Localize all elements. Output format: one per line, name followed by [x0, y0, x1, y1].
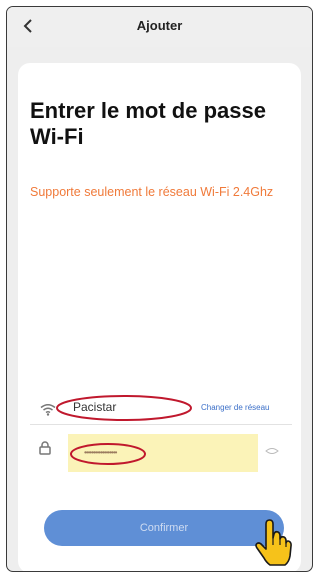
- band-note: Supporte seulement le réseau Wi-Fi 2.4Gh…: [30, 185, 274, 199]
- wifi-icon: [40, 404, 56, 416]
- heading: Entrer le mot de passe Wi-Fi: [30, 98, 266, 149]
- page-title: Ajouter: [136, 18, 183, 33]
- network-name: Pacistar: [73, 400, 117, 414]
- change-network-link[interactable]: Changer de réseau: [201, 403, 270, 412]
- password-value: ••••••••••••••••••: [84, 448, 117, 457]
- hand-pointer-icon: [255, 519, 292, 566]
- eye-icon[interactable]: [265, 447, 279, 455]
- password-input[interactable]: ••••••••••••••••••: [68, 434, 258, 472]
- lock-icon: [39, 441, 51, 455]
- top-bar: Ajouter: [7, 7, 312, 47]
- confirm-button[interactable]: Confirmer: [44, 510, 284, 546]
- phone-frame: Ajouter: [6, 6, 313, 572]
- divider: [30, 424, 292, 425]
